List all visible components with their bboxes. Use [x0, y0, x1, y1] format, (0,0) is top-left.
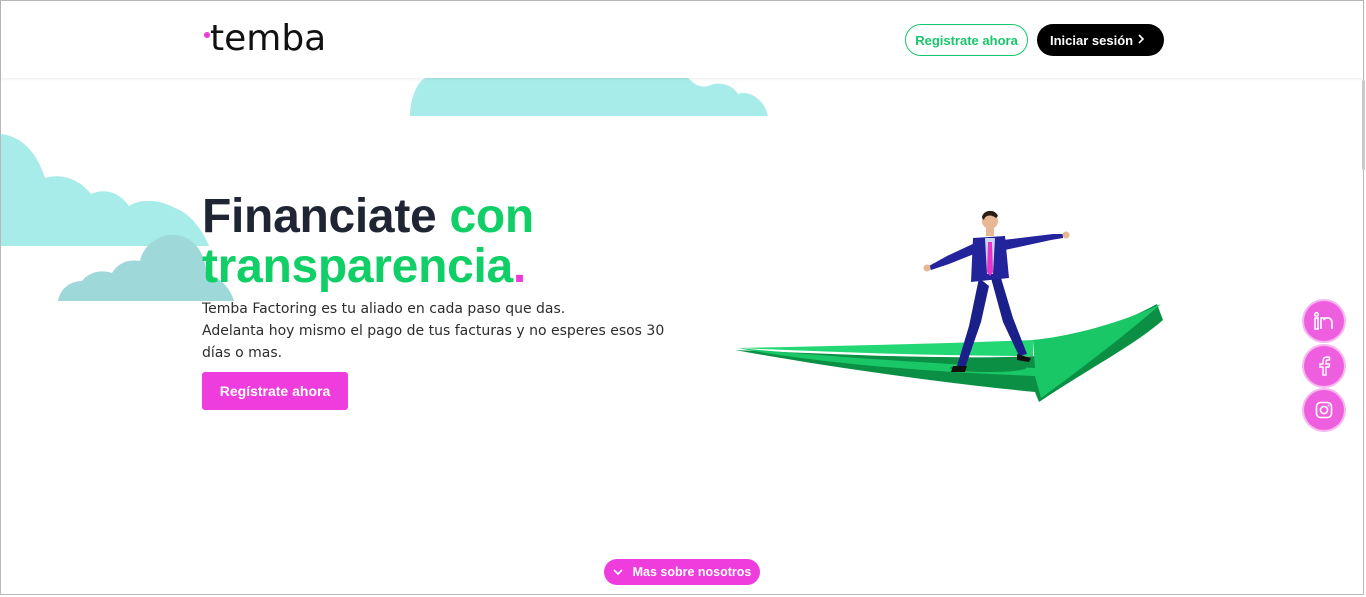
linkedin-button[interactable] — [1304, 301, 1344, 341]
hero-description-line: días o mas. — [202, 345, 283, 361]
site-header: temba Registrate ahora Iniciar sesión — [1, 1, 1363, 78]
login-button-label: Iniciar sesión — [1050, 32, 1134, 48]
hero-title: Financiate con transparencia. — [202, 192, 534, 292]
facebook-button[interactable] — [1304, 346, 1344, 386]
hero-title-dot: . — [512, 240, 526, 293]
login-button[interactable]: Iniciar sesión — [1037, 24, 1164, 56]
chevron-down-icon — [613, 569, 623, 576]
linkedin-icon — [1314, 312, 1333, 330]
cloud-left-top — [1, 134, 209, 246]
instagram-icon — [1315, 401, 1333, 419]
hero-register-button[interactable]: Regístrate ahora — [202, 372, 348, 410]
hero-title-part3: transparencia — [202, 240, 513, 293]
logo[interactable]: temba — [210, 18, 326, 59]
facebook-icon — [1319, 356, 1331, 376]
instagram-button[interactable] — [1304, 390, 1344, 430]
register-button[interactable]: Registrate ahora — [905, 24, 1028, 56]
more-about-us-button[interactable]: Mas sobre nosotros — [604, 559, 760, 585]
hero-description-line: Adelanta hoy mismo el pago de tus factur… — [202, 323, 665, 339]
hero-description: Temba Factoring es tu aliado en cada pas… — [202, 298, 665, 364]
scrollbar-thumb[interactable] — [1362, 80, 1365, 170]
businessman-arrow-illustration — [735, 210, 1163, 402]
hero-description-line: Temba Factoring es tu aliado en cada pas… — [202, 301, 566, 317]
cloud-top — [410, 78, 768, 116]
chevron-right-icon — [1138, 34, 1145, 44]
hero-title-part1: Financiate — [202, 190, 437, 243]
hero-title-part2: con — [449, 190, 534, 243]
more-about-us-label: Mas sobre nosotros — [632, 565, 752, 579]
